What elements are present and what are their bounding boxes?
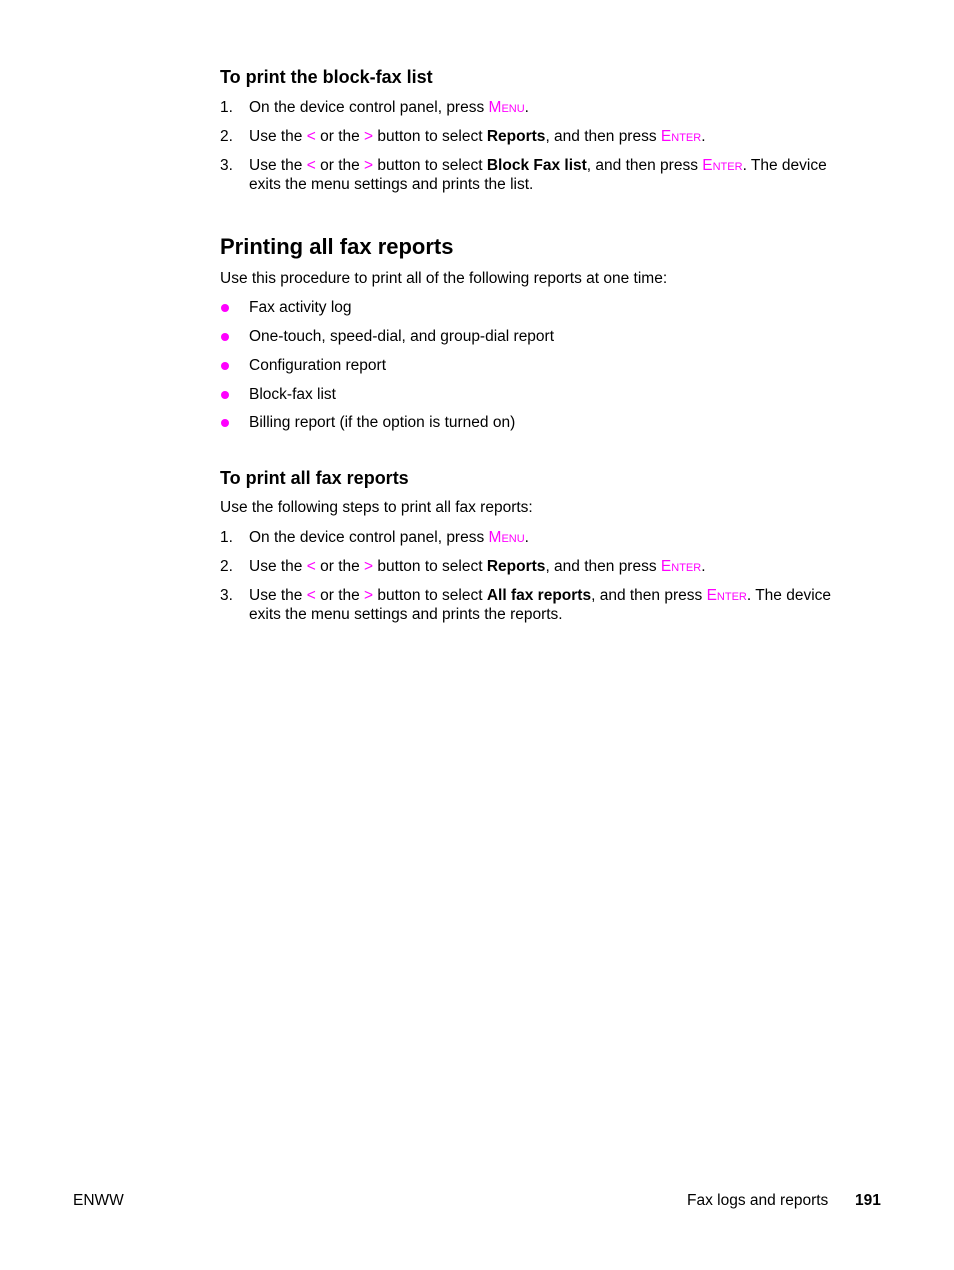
enter-key: Enter [660, 128, 702, 145]
bullet-icon [221, 304, 229, 312]
step-text: Use the < or the > button to select All … [249, 587, 832, 623]
left-arrow-key: < [306, 587, 316, 604]
enter-key: Enter [706, 587, 747, 604]
right-arrow-key: > [364, 587, 374, 604]
step-number: 3. [220, 587, 233, 604]
menu-option: Reports [486, 128, 546, 145]
step-number: 1. [220, 529, 233, 546]
right-arrow-key: > [364, 128, 374, 145]
enter-key: Enter [660, 558, 702, 575]
menu-key: Menu [488, 99, 525, 116]
left-arrow-key: < [306, 128, 316, 145]
step-number: 2. [220, 558, 233, 575]
step-text: Use the < or the > button to select Bloc… [249, 157, 827, 193]
heading-block-fax-list: To print the block-fax list [220, 67, 433, 87]
menu-option: Reports [486, 558, 546, 575]
heading-to-print-all-fax-reports: To print all fax reports [220, 468, 409, 488]
page-number: 191 [855, 1192, 881, 1209]
bullet-icon [221, 391, 229, 399]
left-arrow-key: < [306, 558, 316, 575]
left-arrow-key: < [306, 157, 316, 174]
intro-paragraph: Use the following steps to print all fax… [220, 499, 533, 516]
step-text: Use the < or the > button to select Repo… [249, 128, 706, 145]
right-arrow-key: > [364, 157, 374, 174]
footer-section-title: Fax logs and reports [687, 1192, 829, 1209]
step-text: On the device control panel, press Menu. [249, 99, 529, 116]
step-number: 3. [220, 157, 233, 174]
bullet-icon [221, 419, 229, 427]
step-text: On the device control panel, press Menu. [249, 529, 529, 546]
step-number: 1. [220, 99, 233, 116]
step-number: 2. [220, 128, 233, 145]
intro-paragraph: Use this procedure to print all of the f… [220, 270, 668, 287]
menu-option: Block Fax list [486, 157, 587, 174]
bullet-icon [221, 333, 229, 341]
step-text: Use the < or the > button to select Repo… [249, 558, 706, 575]
bullet-icon [221, 362, 229, 370]
heading-printing-all-fax-reports: Printing all fax reports [220, 234, 454, 259]
menu-option: All fax reports [486, 587, 592, 604]
menu-key: Menu [488, 529, 525, 546]
right-arrow-key: > [364, 558, 374, 575]
footer-left-label: ENWW [73, 1192, 124, 1209]
enter-key: Enter [702, 157, 743, 174]
